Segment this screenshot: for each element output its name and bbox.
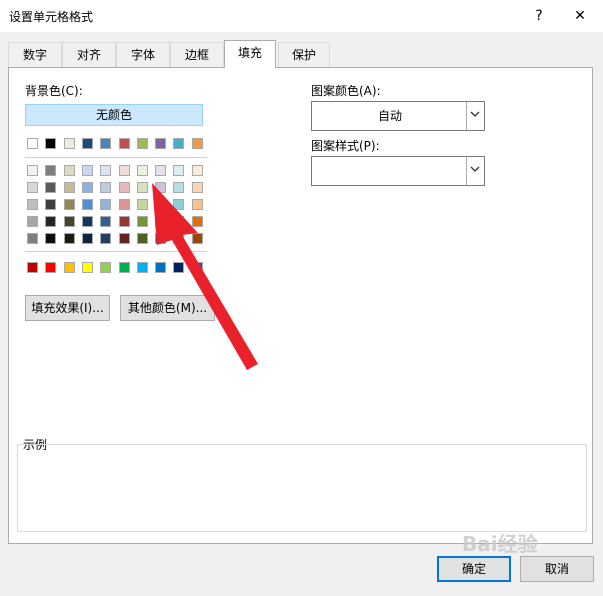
color-swatch[interactable] — [63, 233, 75, 244]
color-swatch[interactable] — [45, 216, 57, 227]
color-swatch[interactable] — [191, 199, 203, 210]
cancel-button[interactable]: 取消 — [520, 556, 594, 582]
standard-color-swatch[interactable] — [155, 262, 167, 273]
color-swatch[interactable] — [45, 233, 57, 244]
pattern-color-value: 自动 — [377, 109, 402, 123]
chevron-down-icon[interactable] — [466, 157, 484, 185]
tab-fill[interactable]: 填充 — [224, 40, 276, 68]
sample-preview — [17, 444, 587, 532]
color-swatch[interactable] — [27, 165, 38, 176]
color-swatch[interactable] — [118, 182, 130, 193]
pattern-style-label: 图案样式(P): — [311, 139, 380, 153]
color-swatch[interactable] — [155, 233, 167, 244]
standard-color-swatch[interactable] — [81, 262, 93, 273]
tab-protection[interactable]: 保护 — [278, 42, 330, 67]
color-swatch[interactable] — [63, 182, 75, 193]
more-colors-button[interactable]: 其他颜色(M)... — [120, 295, 215, 321]
pattern-color-label: 图案颜色(A): — [311, 84, 381, 98]
palette-divider — [25, 251, 207, 252]
color-swatch[interactable] — [45, 182, 57, 193]
color-swatch[interactable] — [173, 199, 185, 210]
color-swatch[interactable] — [81, 199, 93, 210]
help-button[interactable]: ? — [519, 0, 559, 32]
color-swatch[interactable] — [27, 216, 38, 227]
color-swatch[interactable] — [100, 199, 112, 210]
color-swatch[interactable] — [173, 216, 185, 227]
tab-number[interactable]: 数字 — [8, 42, 62, 67]
color-swatch[interactable] — [63, 216, 75, 227]
tab-font[interactable]: 字体 — [116, 42, 170, 67]
standard-color-swatch[interactable] — [173, 262, 185, 273]
color-swatch[interactable] — [173, 182, 185, 193]
color-swatch[interactable] — [191, 216, 203, 227]
standard-color-swatch[interactable] — [100, 262, 112, 273]
fill-panel: 背景色(C): 无颜色 填充效果(I)... 其他颜色(M)... 图案颜色(A… — [8, 67, 593, 544]
chevron-down-icon[interactable] — [466, 102, 484, 130]
color-swatch[interactable] — [136, 233, 148, 244]
color-swatch[interactable] — [81, 233, 93, 244]
color-swatch[interactable] — [191, 233, 203, 244]
color-swatch[interactable] — [118, 199, 130, 210]
dialog-title: 设置单元格格式 — [9, 10, 94, 24]
color-swatch[interactable] — [191, 165, 203, 176]
palette-divider — [25, 157, 207, 158]
standard-color-swatch[interactable] — [45, 262, 57, 273]
standard-color-swatch[interactable] — [136, 262, 148, 273]
color-swatch[interactable] — [118, 216, 130, 227]
color-swatch[interactable] — [173, 165, 185, 176]
color-swatch[interactable] — [118, 233, 130, 244]
color-swatch[interactable] — [100, 233, 112, 244]
color-swatch[interactable] — [45, 165, 57, 176]
color-swatch[interactable] — [45, 138, 57, 149]
color-swatch[interactable] — [100, 216, 112, 227]
color-swatch[interactable] — [81, 138, 93, 149]
standard-color-swatch[interactable] — [27, 262, 38, 273]
no-color-button[interactable]: 无颜色 — [25, 104, 203, 126]
tab-border[interactable]: 边框 — [170, 42, 224, 67]
color-swatch[interactable] — [191, 138, 203, 149]
color-swatch[interactable] — [136, 165, 148, 176]
color-swatch[interactable] — [173, 233, 185, 244]
fill-effects-button[interactable]: 填充效果(I)... — [25, 295, 110, 321]
pattern-style-value — [312, 157, 468, 185]
color-swatch[interactable] — [27, 233, 38, 244]
color-swatch[interactable] — [63, 199, 75, 210]
background-color-label: 背景色(C): — [25, 84, 83, 98]
pattern-color-dropdown[interactable]: 自动 — [311, 101, 485, 131]
color-swatch[interactable] — [45, 199, 57, 210]
color-swatch[interactable] — [136, 199, 148, 210]
color-swatch[interactable] — [63, 138, 75, 149]
ok-button[interactable]: 确定 — [437, 556, 511, 582]
color-swatch[interactable] — [100, 182, 112, 193]
color-swatch[interactable] — [136, 182, 148, 193]
standard-color-swatch[interactable] — [63, 262, 75, 273]
pattern-style-dropdown[interactable] — [311, 156, 485, 186]
color-swatch[interactable] — [100, 165, 112, 176]
color-swatch[interactable] — [155, 199, 167, 210]
color-swatch[interactable] — [118, 165, 130, 176]
color-swatch[interactable] — [136, 216, 148, 227]
color-swatch[interactable] — [27, 138, 38, 149]
color-swatch[interactable] — [81, 165, 93, 176]
watermark-logo: Bai经验 — [462, 532, 538, 556]
color-swatch[interactable] — [191, 182, 203, 193]
color-swatch[interactable] — [155, 182, 167, 193]
standard-color-swatch[interactable] — [191, 262, 203, 273]
color-swatch[interactable] — [27, 182, 38, 193]
tab-alignment[interactable]: 对齐 — [62, 42, 116, 67]
color-swatch[interactable] — [100, 138, 112, 149]
color-swatch[interactable] — [63, 165, 75, 176]
color-swatch[interactable] — [27, 199, 38, 210]
color-swatch[interactable] — [155, 138, 167, 149]
color-swatch[interactable] — [155, 216, 167, 227]
color-swatch[interactable] — [155, 165, 167, 176]
close-button[interactable]: ✕ — [560, 0, 600, 32]
color-swatch[interactable] — [81, 216, 93, 227]
color-swatch[interactable] — [81, 182, 93, 193]
color-swatch[interactable] — [173, 138, 185, 149]
standard-color-swatch[interactable] — [118, 262, 130, 273]
color-swatch[interactable] — [136, 138, 148, 149]
color-swatch[interactable] — [118, 138, 130, 149]
title-bar: 设置单元格格式 ? ✕ — [0, 0, 603, 32]
